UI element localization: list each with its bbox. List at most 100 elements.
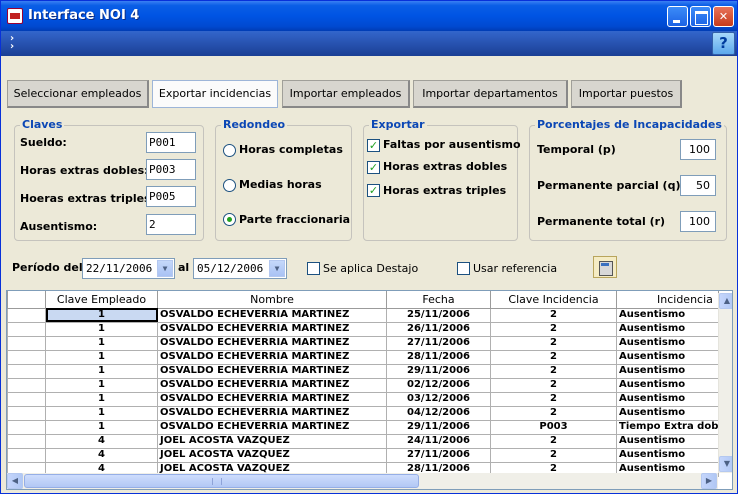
cell-clave-incidencia[interactable]: 2 — [490, 307, 617, 323]
tab-exportar-incidencias[interactable]: Exportar incidencias — [152, 80, 278, 108]
row-indicator[interactable] — [7, 433, 46, 449]
title-bar[interactable]: Interface NOI 4 ✕ — [1, 1, 737, 31]
minimize-button[interactable] — [667, 6, 688, 27]
cell-fecha[interactable]: 27/11/2006 — [386, 335, 491, 351]
row-indicator[interactable] — [7, 321, 46, 337]
date-from-picker[interactable]: 22/11/2006 ▼ — [82, 258, 175, 279]
cell-clave-incidencia[interactable]: 2 — [490, 447, 617, 463]
cell-nombre[interactable]: OSVALDO ECHEVERRIA MARTINEZ — [157, 419, 387, 435]
cell-clave-incidencia[interactable]: P003 — [490, 419, 617, 435]
cell-nombre[interactable]: JOEL ACOSTA VAZQUEZ — [157, 447, 387, 463]
scroll-right-icon[interactable]: ▶ — [701, 473, 717, 489]
checkbox-dobles[interactable]: ✓ — [367, 161, 380, 174]
cell-incidencia[interactable]: Ausentismo — [616, 447, 719, 463]
vertical-scrollbar[interactable]: ▲ ▼ — [718, 293, 732, 473]
tab-seleccionar-empleados[interactable]: Seleccionar empleados — [7, 80, 149, 108]
checkbox-triples[interactable]: ✓ — [367, 184, 380, 197]
cell-fecha[interactable]: 29/11/2006 — [386, 419, 491, 435]
cell-clave-empleado[interactable]: 1 — [45, 405, 158, 421]
triples-field[interactable]: P005 — [146, 186, 196, 207]
tab-importar-empleados[interactable]: Importar empleados — [282, 80, 410, 108]
cell-fecha[interactable]: 25/11/2006 — [386, 307, 491, 323]
row-indicator[interactable] — [7, 335, 46, 351]
cell-incidencia[interactable]: Ausentismo — [616, 335, 719, 351]
incidencias-grid[interactable]: Clave Empleado Nombre Fecha Clave Incide… — [6, 290, 733, 490]
cell-incidencia[interactable]: Ausentismo — [616, 363, 719, 379]
cell-fecha[interactable]: 26/11/2006 — [386, 321, 491, 337]
radio-medias-horas[interactable] — [223, 179, 236, 192]
cell-nombre[interactable]: OSVALDO ECHEVERRIA MARTINEZ — [157, 307, 387, 323]
help-button[interactable]: ? — [712, 32, 735, 55]
calculate-icon[interactable] — [593, 256, 617, 278]
dobles-field[interactable]: P003 — [146, 159, 196, 180]
cell-clave-incidencia[interactable]: 2 — [490, 349, 617, 365]
cell-clave-empleado[interactable]: 1 — [45, 391, 158, 407]
cell-clave-incidencia[interactable]: 2 — [490, 363, 617, 379]
tab-importar-departamentos[interactable]: Importar departamentos — [413, 80, 568, 108]
row-indicator[interactable] — [7, 405, 46, 421]
cell-fecha[interactable]: 04/12/2006 — [386, 405, 491, 421]
header-nombre[interactable]: Nombre — [157, 291, 387, 309]
cell-clave-incidencia[interactable]: 2 — [490, 335, 617, 351]
date-to-picker[interactable]: 05/12/2006 ▼ — [193, 258, 287, 279]
cell-fecha[interactable]: 24/11/2006 — [386, 433, 491, 449]
cell-incidencia[interactable]: Ausentismo — [616, 349, 719, 365]
ausentismo-field[interactable]: 2 — [146, 214, 196, 235]
checkbox-faltas[interactable]: ✓ — [367, 139, 380, 152]
horizontal-scroll-thumb[interactable] — [24, 474, 419, 488]
cell-incidencia[interactable]: Ausentismo — [616, 377, 719, 393]
cell-incidencia[interactable]: Ausentismo — [616, 433, 719, 449]
cell-fecha[interactable]: 27/11/2006 — [386, 447, 491, 463]
parcial-field[interactable]: 50 — [680, 175, 716, 196]
cell-nombre[interactable]: OSVALDO ECHEVERRIA MARTINEZ — [157, 321, 387, 337]
cell-clave-incidencia[interactable]: 2 — [490, 405, 617, 421]
radio-horas-completas[interactable] — [223, 144, 236, 157]
cell-clave-incidencia[interactable]: 2 — [490, 433, 617, 449]
cell-nombre[interactable]: OSVALDO ECHEVERRIA MARTINEZ — [157, 391, 387, 407]
cell-nombre[interactable]: OSVALDO ECHEVERRIA MARTINEZ — [157, 377, 387, 393]
total-field[interactable]: 100 — [680, 211, 716, 232]
scroll-down-icon[interactable]: ▼ — [719, 456, 732, 472]
cell-clave-empleado[interactable]: 1 — [45, 363, 158, 379]
row-indicator[interactable] — [7, 307, 46, 323]
row-indicator[interactable] — [7, 447, 46, 463]
cell-incidencia[interactable]: Ausentismo — [616, 391, 719, 407]
cell-clave-empleado[interactable]: 1 — [45, 321, 158, 337]
cell-nombre[interactable]: OSVALDO ECHEVERRIA MARTINEZ — [157, 405, 387, 421]
toolbar-overflow-icon[interactable]: › › — [10, 34, 14, 52]
sueldo-field[interactable]: P001 — [146, 132, 196, 153]
table-row[interactable]: 1 OSVALDO ECHEVERRIA MARTINEZ 04/12/2006 2 A… — [7, 405, 719, 421]
close-button[interactable]: ✕ — [713, 6, 734, 27]
cell-clave-empleado[interactable]: 1 — [45, 419, 158, 435]
cell-clave-incidencia[interactable]: 2 — [490, 321, 617, 337]
table-row[interactable]: 4 JOEL ACOSTA VAZQUEZ 27/11/2006 2 Ausentism… — [7, 447, 719, 463]
cell-nombre[interactable]: OSVALDO ECHEVERRIA MARTINEZ — [157, 349, 387, 365]
cell-incidencia[interactable]: Ausentismo — [616, 307, 719, 323]
chevron-down-icon[interactable]: ▼ — [269, 260, 285, 277]
table-row[interactable]: 1 OSVALDO ECHEVERRIA MARTINEZ 03/12/2006 2 A… — [7, 391, 719, 407]
cell-clave-empleado[interactable]: 4 — [45, 447, 158, 463]
header-incidencia[interactable]: Incidencia — [616, 291, 719, 309]
maximize-button[interactable] — [690, 6, 711, 27]
cell-clave-empleado[interactable]: 1 — [45, 335, 158, 351]
cell-clave-incidencia[interactable]: 2 — [490, 391, 617, 407]
cell-clave-empleado[interactable]: 4 — [45, 433, 158, 449]
cell-fecha[interactable]: 02/12/2006 — [386, 377, 491, 393]
horizontal-scrollbar[interactable]: ◀ ▶ — [7, 473, 718, 489]
row-indicator[interactable] — [7, 363, 46, 379]
cell-incidencia[interactable]: Ausentismo — [616, 405, 719, 421]
cell-clave-empleado[interactable]: 1 — [45, 377, 158, 393]
cell-nombre[interactable]: OSVALDO ECHEVERRIA MARTINEZ — [157, 363, 387, 379]
table-row[interactable]: 1 OSVALDO ECHEVERRIA MARTINEZ 26/11/2006 2 A… — [7, 321, 719, 337]
cell-nombre[interactable]: OSVALDO ECHEVERRIA MARTINEZ — [157, 335, 387, 351]
scroll-left-icon[interactable]: ◀ — [7, 473, 23, 489]
row-indicator[interactable] — [7, 391, 46, 407]
cell-incidencia[interactable]: Ausentismo — [616, 321, 719, 337]
row-indicator[interactable] — [7, 377, 46, 393]
cell-nombre[interactable]: JOEL ACOSTA VAZQUEZ — [157, 433, 387, 449]
table-row[interactable]: 1 OSVALDO ECHEVERRIA MARTINEZ 29/11/2006 P0… — [7, 419, 719, 435]
table-row[interactable]: 1 OSVALDO ECHEVERRIA MARTINEZ 29/11/2006 2 A… — [7, 363, 719, 379]
cell-clave-empleado[interactable]: 1 — [45, 307, 158, 323]
chevron-down-icon[interactable]: ▼ — [157, 260, 173, 277]
table-row[interactable]: 1 OSVALDO ECHEVERRIA MARTINEZ 27/11/2006 2 A… — [7, 335, 719, 351]
